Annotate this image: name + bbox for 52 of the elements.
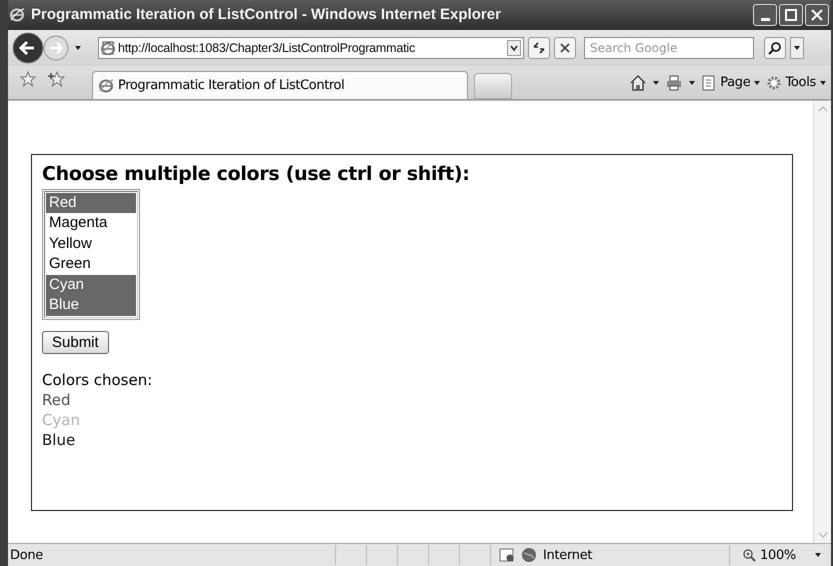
zoom-level[interactable]: 100% <box>760 548 796 563</box>
close-icon <box>810 8 824 22</box>
add-favorite-icon[interactable] <box>48 71 66 88</box>
list-option[interactable]: Cyan <box>46 274 136 296</box>
zone-text: Internet <box>543 548 592 563</box>
tools-menu[interactable]: Tools <box>766 74 827 91</box>
zoom-icon <box>742 548 756 562</box>
dropdown-button[interactable] <box>790 36 804 59</box>
star-icon[interactable] <box>20 71 36 88</box>
minimize-icon <box>760 18 770 21</box>
back-icon[interactable] <box>12 32 44 64</box>
search-button[interactable] <box>764 36 786 59</box>
home-icon[interactable] <box>629 74 648 92</box>
printer-icon[interactable] <box>665 74 684 92</box>
ie-logo-icon <box>99 78 114 93</box>
caret-icon[interactable] <box>74 44 82 52</box>
globe-icon <box>521 547 537 564</box>
caret-icon <box>819 78 827 87</box>
stop-icon <box>559 42 571 54</box>
refresh-button[interactable] <box>528 36 550 59</box>
chosen-color: Blue <box>42 430 76 450</box>
caret-icon <box>793 44 801 52</box>
browser-tab[interactable]: Programmatic Iteration of ListControl <box>92 70 468 99</box>
security-icon[interactable] <box>499 547 515 564</box>
page-menu[interactable]: Page <box>701 74 762 91</box>
chosen-color: Cyan <box>42 410 80 430</box>
caret-icon[interactable] <box>814 551 822 560</box>
list-option[interactable]: Blue <box>46 295 136 316</box>
address-field[interactable]: http://localhost:1083/Chapter3/ListControlProgrammatic <box>98 36 524 59</box>
maximize-icon <box>784 8 798 22</box>
caret-icon[interactable] <box>688 78 696 87</box>
result-label: Colors chosen: <box>42 370 152 390</box>
search-field[interactable]: Search Google <box>584 36 754 59</box>
minimize-button[interactable] <box>753 4 777 26</box>
stop-button[interactable] <box>554 36 576 59</box>
submit-button[interactable]: Submit <box>42 330 109 354</box>
page-heading: Choose multiple colors (use ctrl or shift): <box>42 162 470 185</box>
maximize-button[interactable] <box>779 4 803 26</box>
window-title: Programmatic Iteration of ListControl - Windows Internet Explorer <box>31 6 502 24</box>
dropdown-button[interactable] <box>507 40 521 56</box>
status-text: Done <box>9 548 44 563</box>
close-button[interactable] <box>805 4 829 26</box>
caret-icon <box>510 44 518 52</box>
gear-icon <box>766 74 782 91</box>
ie-logo-icon <box>10 7 25 22</box>
caret-icon[interactable] <box>652 78 660 87</box>
color-listbox[interactable]: Red Magenta Yellow Green Cyan Blue <box>44 190 138 318</box>
list-option[interactable]: Red <box>46 192 136 214</box>
search-icon <box>768 40 782 55</box>
refresh-icon <box>532 40 546 55</box>
chosen-color: Red <box>42 390 70 410</box>
caret-icon <box>753 78 762 87</box>
